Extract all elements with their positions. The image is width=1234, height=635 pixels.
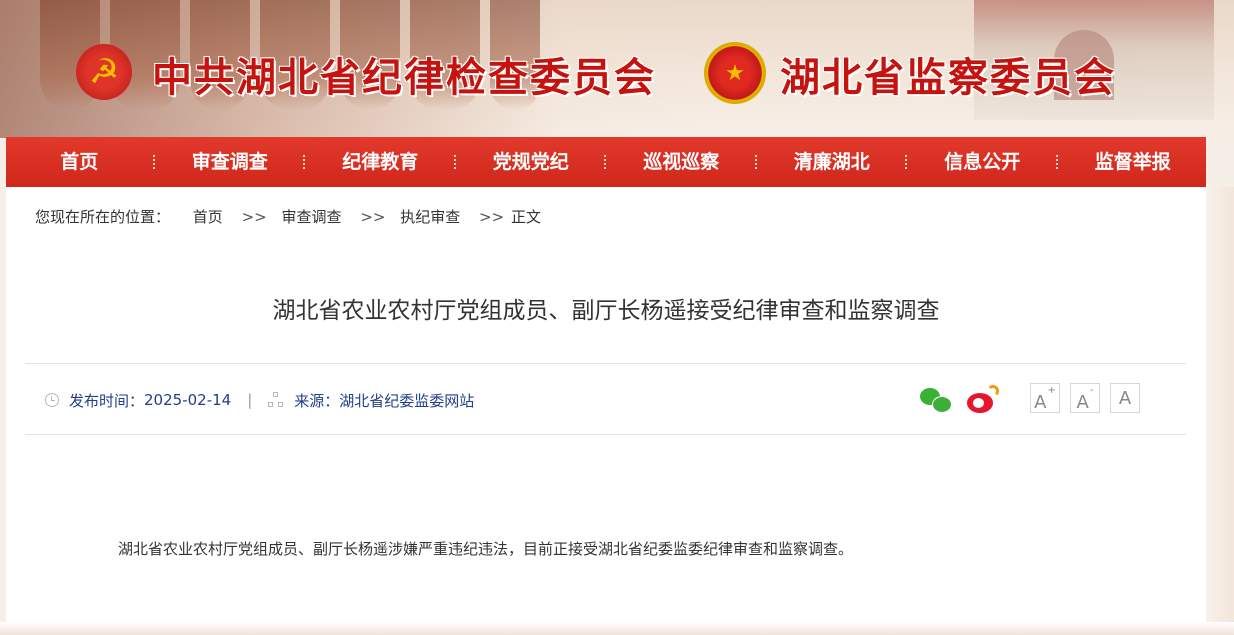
breadcrumb-prefix: 您现在所在的位置： <box>35 208 171 226</box>
breadcrumb-separator: >> <box>360 208 386 226</box>
source-label: 来源： <box>294 391 340 410</box>
meta-divider: | <box>247 391 253 409</box>
font-reset-button[interactable]: A <box>1110 383 1140 413</box>
page-background-edge <box>1206 187 1234 635</box>
breadcrumb-item-current: 正文 <box>510 208 541 226</box>
main-nav: 首页 审查调查 纪律教育 党规党纪 巡视巡察 清廉湖北 信息公开 监督举报 <box>6 137 1206 187</box>
breadcrumb-item-home[interactable]: 首页 <box>193 208 223 226</box>
nav-item-regulations[interactable]: 党规党纪 <box>458 137 605 187</box>
breadcrumb-separator: >> <box>479 208 505 226</box>
article-body: 湖北省农业农村厅党组成员、副厅长杨遥涉嫌严重违纪违法，目前正接受湖北省纪委监委纪… <box>118 540 854 558</box>
nav-item-disclosure[interactable]: 信息公开 <box>909 137 1056 187</box>
clock-icon <box>45 393 59 407</box>
wechat-icon[interactable] <box>920 386 952 414</box>
publish-date: 2025-02-14 <box>144 391 232 409</box>
breadcrumb: 您现在所在的位置： 首页 >> 审查调查 >> 执纪审查 >> 正文 <box>35 208 545 226</box>
nav-item-clean-hubei[interactable]: 清廉湖北 <box>759 137 906 187</box>
font-increase-button[interactable]: A+ <box>1030 383 1060 413</box>
font-decrease-button[interactable]: A- <box>1070 383 1100 413</box>
publish-time-label: 发布时间： <box>69 391 145 410</box>
nav-item-investigation[interactable]: 审查调查 <box>157 137 304 187</box>
nav-item-education[interactable]: 纪律教育 <box>307 137 454 187</box>
article-title: 湖北省农业农村厅党组成员、副厅长杨遥接受纪律审查和监察调查 <box>272 298 940 324</box>
title-divider <box>25 363 1186 364</box>
source-name: 湖北省纪委监委网站 <box>339 391 475 410</box>
site-title-party[interactable]: 中共湖北省纪律检查委员会 <box>152 54 656 102</box>
nav-item-home[interactable]: 首页 <box>6 137 153 187</box>
page-background-bottom <box>0 622 1234 635</box>
breadcrumb-separator: >> <box>241 208 267 226</box>
breadcrumb-item-investigation[interactable]: 审查调查 <box>282 208 342 226</box>
weibo-icon[interactable] <box>967 385 1001 415</box>
national-emblem-icon: ★ <box>704 42 766 104</box>
meta-divider-line <box>25 434 1186 435</box>
nav-item-report[interactable]: 监督举报 <box>1060 137 1207 187</box>
breadcrumb-item-discipline-review[interactable]: 执纪审查 <box>400 208 460 226</box>
site-title-state[interactable]: 湖北省监察委员会 <box>780 54 1116 102</box>
article-meta: 发布时间： 2025-02-14 | 来源： 湖北省纪委监委网站 <box>45 388 474 412</box>
nav-item-inspection[interactable]: 巡视巡察 <box>608 137 755 187</box>
hammer-sickle-icon: ☭ <box>76 44 132 100</box>
sitemap-icon <box>268 392 284 408</box>
